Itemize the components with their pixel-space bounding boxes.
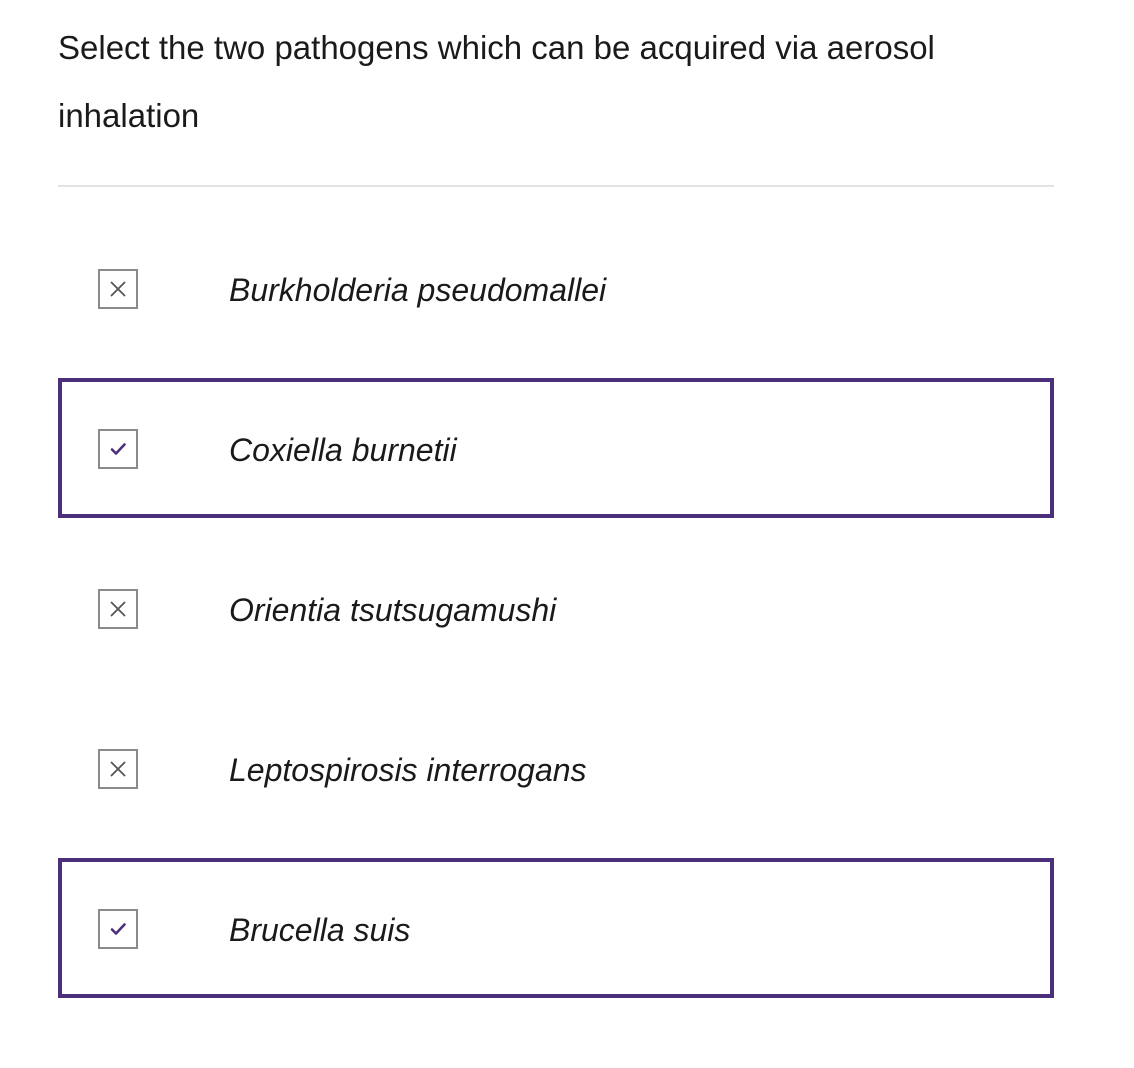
- check-icon: [110, 923, 126, 935]
- option-1[interactable]: Coxiella burnetii: [58, 378, 1054, 518]
- check-icon: [110, 443, 126, 455]
- cross-icon: [110, 281, 126, 297]
- option-label: Burkholderia pseudomallei: [229, 272, 607, 308]
- option-2[interactable]: Orientia tsutsugamushi: [58, 538, 1054, 678]
- checkbox[interactable]: [98, 269, 138, 309]
- option-label: Coxiella burnetii: [229, 432, 457, 468]
- checkbox[interactable]: [98, 589, 138, 629]
- question-text: Select the two pathogens which can be ac…: [58, 29, 935, 134]
- option-label: Brucella suis: [229, 912, 411, 948]
- option-4[interactable]: Brucella suis: [58, 858, 1054, 998]
- option-label: Leptospirosis interrogans: [229, 752, 587, 788]
- divider: [58, 185, 1054, 187]
- checkbox[interactable]: [98, 909, 138, 949]
- checkbox[interactable]: [98, 429, 138, 469]
- checkbox[interactable]: [98, 749, 138, 789]
- cross-icon: [110, 761, 126, 777]
- option-3[interactable]: Leptospirosis interrogans: [58, 698, 1054, 838]
- option-label: Orientia tsutsugamushi: [229, 592, 557, 628]
- cross-icon: [110, 601, 126, 617]
- options-list: Burkholderia pseudomallei Coxiella burne…: [58, 218, 1054, 1018]
- option-0[interactable]: Burkholderia pseudomallei: [58, 218, 1054, 358]
